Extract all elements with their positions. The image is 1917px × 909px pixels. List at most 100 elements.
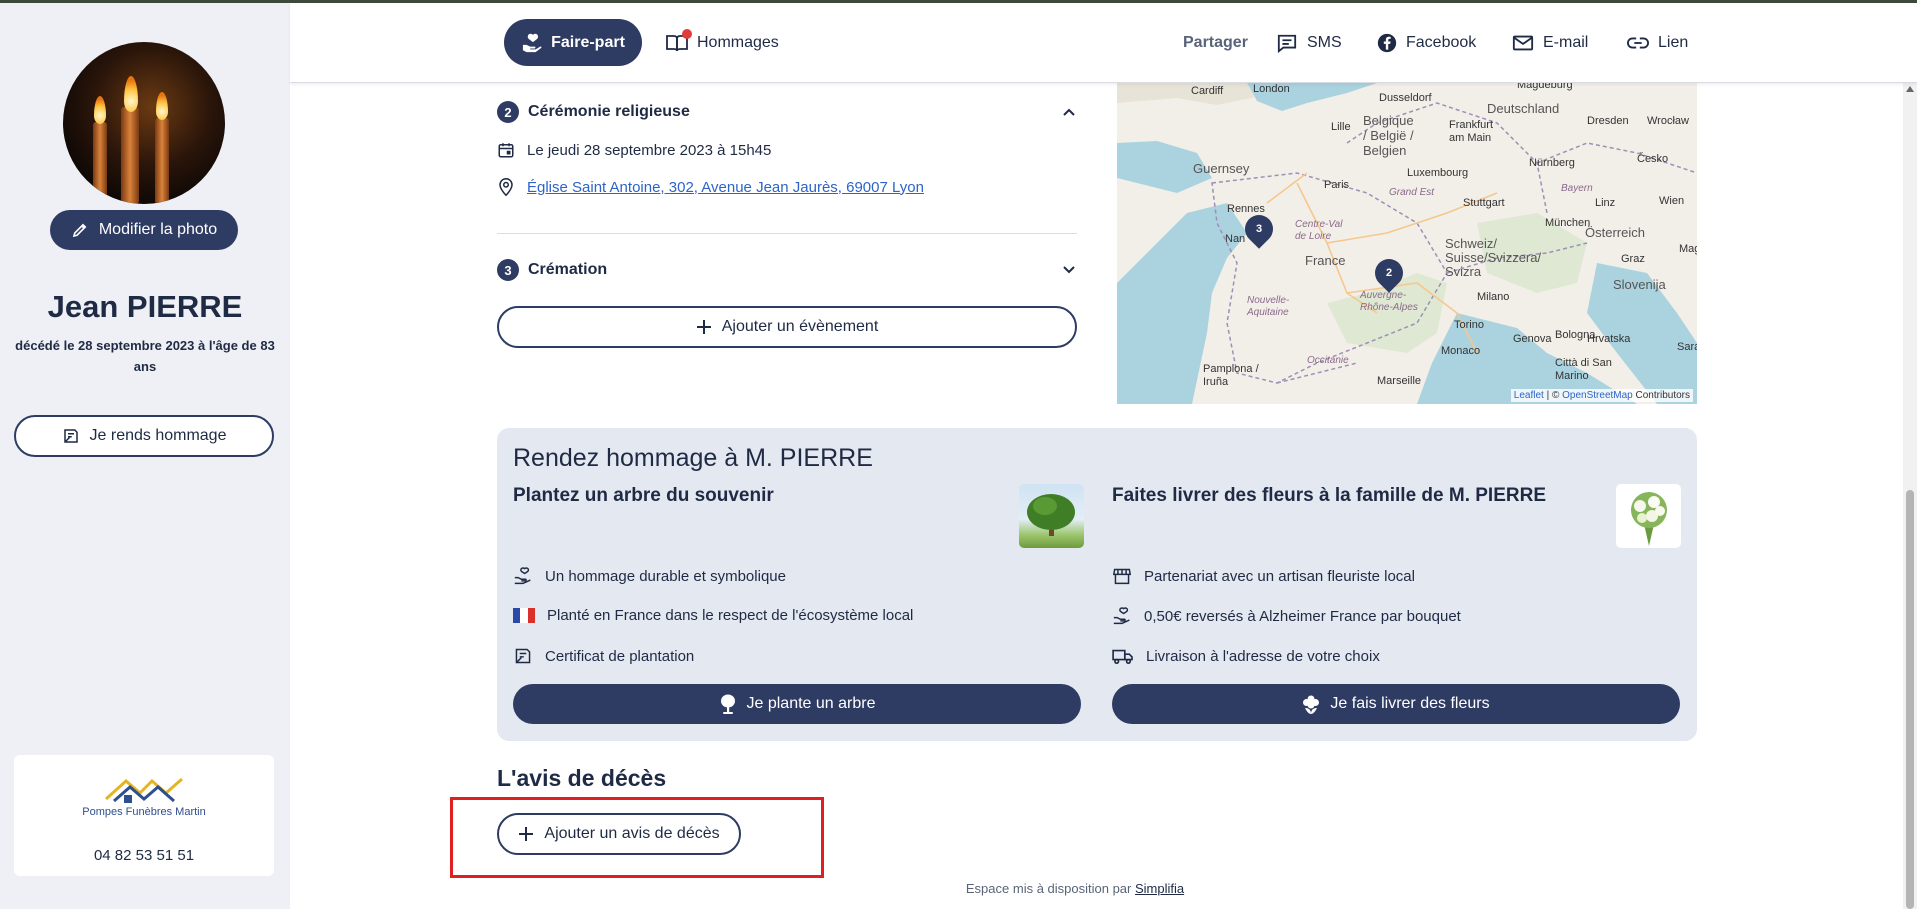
event-cremation-header[interactable]: 3 Crémation — [497, 259, 607, 281]
step-number: 2 — [497, 101, 519, 123]
death-notice-title: L'avis de décès — [497, 765, 667, 791]
event-location-link[interactable]: Église Saint Antoine, 302, Avenue Jean J… — [527, 179, 924, 196]
hand-heart-icon — [521, 33, 543, 53]
events-map[interactable]: Cardiff London Dusseldorf Magdeburg Belg… — [1117, 83, 1697, 404]
tree-title: Plantez un arbre du souvenir — [513, 485, 774, 506]
attribution-contributors: Contributors — [1632, 390, 1690, 401]
map-label: Stuttgart — [1463, 197, 1505, 209]
flowers-title: Faites livrer des fleurs à la famille de… — [1112, 485, 1547, 506]
map-label: London — [1253, 83, 1290, 95]
share-email-button[interactable]: E-mail — [1512, 19, 1588, 66]
chevron-down-icon[interactable] — [1062, 263, 1076, 277]
map-label: Bayern — [1561, 183, 1593, 194]
message-icon — [1276, 33, 1298, 53]
deceased-name: Jean PIERRE — [47, 289, 243, 324]
top-nav: Faire-part Hommages Partager SMS Faceboo… — [290, 3, 1917, 83]
share-sms-button[interactable]: SMS — [1276, 19, 1342, 66]
scroll-up-arrow-icon[interactable] — [1906, 86, 1914, 92]
link-icon — [1627, 36, 1649, 50]
osm-link[interactable]: OpenStreetMap — [1562, 390, 1633, 401]
notification-dot — [682, 28, 692, 39]
map-label: Nan — [1225, 233, 1246, 245]
map-label: Magdeburg — [1517, 83, 1573, 91]
pay-tribute-button[interactable]: Je rends hommage — [14, 415, 274, 457]
map-label: Cardiff — [1191, 85, 1224, 97]
tree-feature-text: Certificat de plantation — [545, 647, 695, 665]
flowers-feature: 0,50€ reversés à Alzheimer France par bo… — [1112, 607, 1461, 625]
map-label: Occitanie — [1307, 355, 1349, 366]
flower-icon — [1302, 694, 1320, 714]
map-label: Luxembourg — [1407, 167, 1469, 179]
map-label: Dusseldorf — [1379, 92, 1432, 104]
map-label: Torino — [1454, 319, 1484, 331]
agency-phone[interactable]: 04 82 53 51 51 — [14, 847, 274, 864]
step-number: 3 — [497, 259, 519, 281]
chevron-up-icon[interactable] — [1062, 105, 1076, 119]
flowers-image — [1616, 484, 1681, 548]
tab-faire-part[interactable]: Faire-part — [504, 19, 642, 66]
tribute-title: Rendez hommage à M. PIERRE — [513, 444, 873, 472]
flowers-feature: Partenariat avec un artisan fleuriste lo… — [1112, 567, 1415, 585]
divider — [497, 233, 1077, 234]
map-label: München — [1545, 217, 1591, 229]
tab-hommages[interactable]: Hommages — [665, 19, 779, 66]
agency-name: Pompes Funèbres Martin — [82, 806, 206, 818]
scroll-thumb[interactable] — [1906, 490, 1914, 909]
calendar-icon — [497, 141, 515, 159]
plant-tree-button[interactable]: Je plante un arbre — [513, 684, 1081, 724]
marker-label: 3 — [1255, 223, 1263, 235]
tree-feature: Planté en France dans le respect de l'éc… — [513, 607, 913, 624]
map-label: Milano — [1477, 291, 1510, 303]
plus-icon — [696, 319, 712, 335]
map-label: Frankfurt am Main — [1449, 119, 1494, 144]
page-scrollbar[interactable] — [1903, 83, 1917, 909]
tree-icon — [719, 694, 737, 714]
share-link-button[interactable]: Lien — [1627, 19, 1688, 66]
map-label: Schweiz/ Suisse/Svizzera/ Svizra — [1445, 236, 1542, 279]
hand-heart-icon — [1112, 607, 1132, 625]
map-label: Monaco — [1441, 345, 1481, 357]
map-marker-2[interactable]: 2 — [1369, 253, 1409, 293]
share-facebook-button[interactable]: Facebook — [1377, 19, 1476, 66]
share-email-label: E-mail — [1543, 33, 1589, 51]
map-label: Genova — [1513, 333, 1552, 345]
map-label: Guernsey — [1193, 161, 1250, 176]
map-label: Linz — [1595, 197, 1616, 209]
tree-image — [1019, 484, 1084, 548]
event-date-text: Le jeudi 28 septembre 2023 à 15h45 — [527, 141, 772, 159]
add-event-label: Ajouter un évènement — [721, 318, 879, 335]
map-label: Nouvelle-Aquitaine — [1247, 295, 1290, 318]
map-label: Sara — [1677, 341, 1697, 353]
map-label: Mag — [1679, 243, 1697, 255]
map-marker-3[interactable]: 3 — [1239, 209, 1279, 249]
event-title: Cérémonie religieuse — [528, 103, 690, 120]
plant-tree-label: Je plante un arbre — [746, 695, 876, 712]
tab-hommages-label: Hommages — [697, 33, 779, 51]
map-label: Rennes — [1227, 203, 1265, 215]
highlight-box — [450, 797, 824, 878]
simplifia-link[interactable]: Simplifia — [1135, 881, 1184, 896]
map-label: Nürnberg — [1529, 157, 1575, 169]
envelope-icon — [1512, 34, 1534, 52]
truck-icon — [1112, 647, 1134, 665]
edit-photo-button[interactable]: Modifier la photo — [50, 210, 238, 250]
map-label: Paris — [1324, 179, 1350, 191]
deceased-info: décédé le 28 septembre 2023 à l'âge de 8… — [15, 338, 275, 374]
map-label: Wien — [1659, 195, 1685, 207]
edit-photo-label: Modifier la photo — [98, 221, 218, 238]
add-event-button[interactable]: Ajouter un évènement — [497, 306, 1077, 348]
share-link-label: Lien — [1658, 33, 1689, 51]
map-label: Wrocław — [1647, 115, 1689, 127]
map-label: Graz — [1621, 253, 1645, 265]
event-ceremony-header[interactable]: 2 Cérémonie religieuse — [497, 101, 690, 123]
agency-logo — [104, 775, 184, 805]
leaflet-link[interactable]: Leaflet — [1514, 390, 1544, 401]
map-label: Lille — [1331, 121, 1351, 133]
marker-label: 2 — [1385, 267, 1393, 279]
event-location: Église Saint Antoine, 302, Avenue Jean J… — [497, 177, 924, 197]
map-label: Centre-Val de Loire — [1295, 219, 1343, 242]
pay-tribute-label: Je rends hommage — [89, 427, 227, 444]
send-flowers-button[interactable]: Je fais livrer des fleurs — [1112, 684, 1680, 724]
certificate-icon — [513, 647, 533, 665]
facebook-icon — [1377, 33, 1397, 53]
